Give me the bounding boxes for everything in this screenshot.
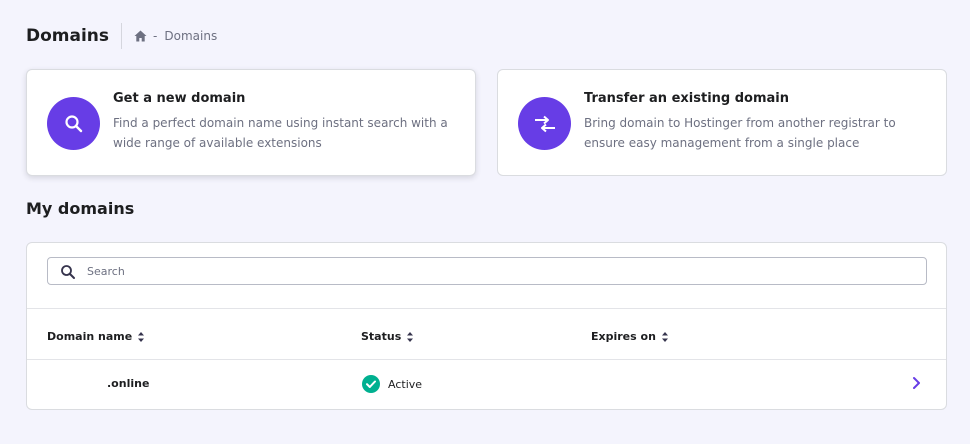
search-icon xyxy=(47,97,100,150)
column-header-expires-on[interactable]: Expires on xyxy=(591,330,669,343)
search-box xyxy=(47,257,927,285)
my-domains-title: My domains xyxy=(26,199,135,218)
divider xyxy=(27,359,946,360)
page-title: Domains xyxy=(26,26,110,46)
divider xyxy=(27,308,946,309)
check-circle-icon xyxy=(362,375,380,393)
get-new-domain-card[interactable]: Get a new domain Find a perfect domain n… xyxy=(26,69,476,176)
column-header-status[interactable]: Status xyxy=(361,330,414,343)
home-icon[interactable] xyxy=(133,29,147,43)
column-header-label: Status xyxy=(361,330,402,343)
breadcrumb: - Domains xyxy=(133,29,217,43)
domains-table-card: Domain name Status Expires on .online Ac… xyxy=(26,242,947,410)
status-cell: Active xyxy=(362,375,422,393)
transfer-arrows-icon xyxy=(518,97,571,150)
domain-name-cell[interactable]: .online xyxy=(107,377,149,390)
column-header-domain-name[interactable]: Domain name xyxy=(47,330,145,343)
card-title: Get a new domain xyxy=(113,91,246,106)
chevron-right-icon[interactable] xyxy=(911,376,923,390)
card-title: Transfer an existing domain xyxy=(584,91,789,106)
page-header: Domains - Domains xyxy=(26,18,217,54)
column-header-label: Expires on xyxy=(591,330,656,343)
sort-icon xyxy=(661,331,668,342)
column-header-label: Domain name xyxy=(47,330,133,343)
card-description: Bring domain to Hostinger from another r… xyxy=(584,116,896,150)
transfer-domain-card[interactable]: Transfer an existing domain Bring domain… xyxy=(497,69,947,176)
breadcrumb-separator: - xyxy=(153,29,158,43)
sort-icon xyxy=(138,331,145,342)
header-divider xyxy=(121,23,123,49)
sort-icon xyxy=(407,331,414,342)
breadcrumb-current: Domains xyxy=(164,29,218,43)
search-icon xyxy=(60,264,76,280)
card-description: Find a perfect domain name using instant… xyxy=(113,116,448,150)
search-input[interactable] xyxy=(87,261,907,281)
status-badge: Active xyxy=(388,377,423,391)
